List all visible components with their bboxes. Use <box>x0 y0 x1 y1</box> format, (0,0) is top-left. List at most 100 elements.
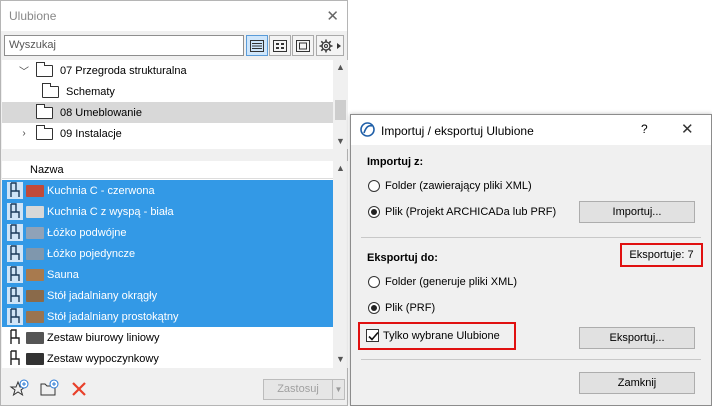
list-header[interactable]: Nazwa <box>2 161 333 179</box>
export-button[interactable]: Eksportuj... <box>579 327 695 349</box>
import-folder-radio[interactable]: Folder (zawierający pliki XML) <box>368 180 532 192</box>
settings-button[interactable] <box>316 35 344 56</box>
help-button[interactable]: ? <box>641 122 648 136</box>
import-heading: Importuj z: <box>367 156 424 168</box>
gear-icon <box>319 39 341 52</box>
list-item-label: Zestaw biurowy liniowy <box>47 331 160 344</box>
close-icon[interactable]: ✕ <box>326 7 339 25</box>
favorites-list: Nazwa Kuchnia C - czerwona Kuchnia C z wy… <box>2 161 333 368</box>
column-header-name: Nazwa <box>30 164 64 176</box>
radio-label: Plik (PRF) <box>385 302 436 314</box>
palette-title: Ulubione <box>9 9 57 23</box>
close-icon[interactable]: ✕ <box>681 120 694 138</box>
list-item[interactable]: Stół jadalniany prostokątny <box>2 306 333 327</box>
chevron-right-icon[interactable]: › <box>18 128 30 139</box>
folder-plus-icon <box>40 379 59 396</box>
export-folder-radio[interactable]: Folder (generuje pliki XML) <box>368 276 517 288</box>
add-favorite-button[interactable] <box>9 379 29 399</box>
dialog-titlebar: Importuj / eksportuj Ulubione ? ✕ <box>351 115 711 145</box>
separator <box>361 237 701 238</box>
archicad-logo-icon <box>360 122 375 137</box>
list-item-label: Łóżko podwójne <box>47 226 127 239</box>
tree-scrollbar[interactable]: ▲ ▼ <box>333 60 348 149</box>
list-item-label: Stół jadalniany prostokątny <box>47 310 179 323</box>
tree-item-label: 07 Przegroda strukturalna <box>60 64 187 77</box>
list-item-label: Zestaw wypoczynkowy <box>47 352 159 365</box>
radio-checked-icon <box>368 206 380 218</box>
list-item[interactable]: Kuchnia C - czerwona <box>2 180 333 201</box>
favorites-palette: Ulubione ✕ Wyszukaj ﹀ 07 Przegroda struk… <box>0 0 348 406</box>
export-heading: Eksportuj do: <box>367 252 438 264</box>
chevron-down-icon[interactable]: ﹀ <box>18 63 30 78</box>
list-item[interactable]: Sauna <box>2 264 333 285</box>
chair-icon <box>7 266 23 283</box>
item-thumbnail <box>26 184 44 197</box>
list-view-icon <box>250 39 264 52</box>
list-item[interactable]: Stół jadalniany okrągły <box>2 285 333 306</box>
chair-icon <box>7 245 23 262</box>
apply-button[interactable]: Zastosuj <box>263 379 333 400</box>
folder-icon <box>42 82 59 98</box>
radio-icon <box>368 276 380 288</box>
folder-icon <box>36 61 53 77</box>
scroll-down-icon[interactable]: ▼ <box>333 354 348 364</box>
chair-icon <box>7 203 23 220</box>
preview-view-button[interactable] <box>292 35 314 56</box>
radio-checked-icon <box>368 302 380 314</box>
export-count-badge: Eksportuje: 7 <box>620 243 703 267</box>
tree-scroll-thumb[interactable] <box>335 100 346 120</box>
list-item[interactable]: Łóżko pojedyncze <box>2 243 333 264</box>
palette-titlebar: Ulubione ✕ <box>1 1 347 31</box>
chair-icon <box>7 182 23 199</box>
scroll-down-icon[interactable]: ▼ <box>333 136 348 146</box>
item-thumbnail <box>26 352 44 365</box>
tree-item-09[interactable]: › 09 Instalacje <box>2 123 333 144</box>
delete-icon <box>72 382 86 396</box>
list-scrollbar[interactable]: ▲ ▼ <box>333 161 348 368</box>
tree-item-schematy[interactable]: Schematy <box>2 81 333 102</box>
list-item[interactable]: Kuchnia C z wyspą - biała <box>2 201 333 222</box>
item-thumbnail <box>26 310 44 323</box>
tree-item-label: 09 Instalacje <box>60 127 122 140</box>
list-item-label: Stół jadalniany okrągły <box>47 289 158 302</box>
delete-button[interactable] <box>69 379 89 399</box>
scroll-up-icon[interactable]: ▲ <box>333 62 348 72</box>
tree-item-label: 08 Umeblowanie <box>60 106 142 119</box>
checkbox-checked-icon <box>366 329 379 342</box>
chair-icon <box>7 224 23 241</box>
close-button[interactable]: Zamknij <box>579 372 695 394</box>
item-thumbnail <box>26 226 44 239</box>
grid-view-icon <box>273 39 287 52</box>
item-thumbnail <box>26 289 44 302</box>
chair-icon <box>7 350 23 367</box>
tree-item-label: Schematy <box>66 85 115 98</box>
item-thumbnail <box>26 247 44 260</box>
folder-icon <box>36 103 53 119</box>
new-folder-button[interactable] <box>39 379 59 399</box>
chair-icon <box>7 287 23 304</box>
checkbox-label: Tylko wybrane Ulubione <box>383 329 500 342</box>
import-export-dialog: Importuj / eksportuj Ulubione ? ✕ Import… <box>350 114 712 406</box>
only-selected-checkbox[interactable]: Tylko wybrane Ulubione <box>366 329 500 342</box>
list-item[interactable]: Zestaw biurowy liniowy <box>2 327 333 348</box>
tree-item-07[interactable]: ﹀ 07 Przegroda strukturalna <box>2 60 333 81</box>
grid-view-button[interactable] <box>269 35 291 56</box>
list-view-button[interactable] <box>246 35 268 56</box>
item-thumbnail <box>26 205 44 218</box>
import-button[interactable]: Importuj... <box>579 201 695 223</box>
item-thumbnail <box>26 268 44 281</box>
radio-label: Plik (Projekt ARCHICADa lub PRF) <box>385 206 557 218</box>
list-item-label: Łóżko pojedyncze <box>47 247 136 260</box>
radio-label: Folder (generuje pliki XML) <box>385 276 518 288</box>
list-item[interactable]: Zestaw wypoczynkowy <box>2 348 333 369</box>
export-file-radio[interactable]: Plik (PRF) <box>368 302 435 314</box>
apply-dropdown-icon[interactable]: ▼ <box>333 379 345 400</box>
scroll-up-icon[interactable]: ▲ <box>333 163 348 173</box>
radio-icon <box>368 180 380 192</box>
chair-icon <box>7 329 23 346</box>
import-file-radio[interactable]: Plik (Projekt ARCHICADa lub PRF) <box>368 206 556 218</box>
list-item[interactable]: Łóżko podwójne <box>2 222 333 243</box>
tree-item-08[interactable]: 08 Umeblowanie <box>2 102 333 123</box>
export-count-label: Eksportuje: 7 <box>629 249 694 261</box>
search-input[interactable]: Wyszukaj <box>4 35 244 56</box>
